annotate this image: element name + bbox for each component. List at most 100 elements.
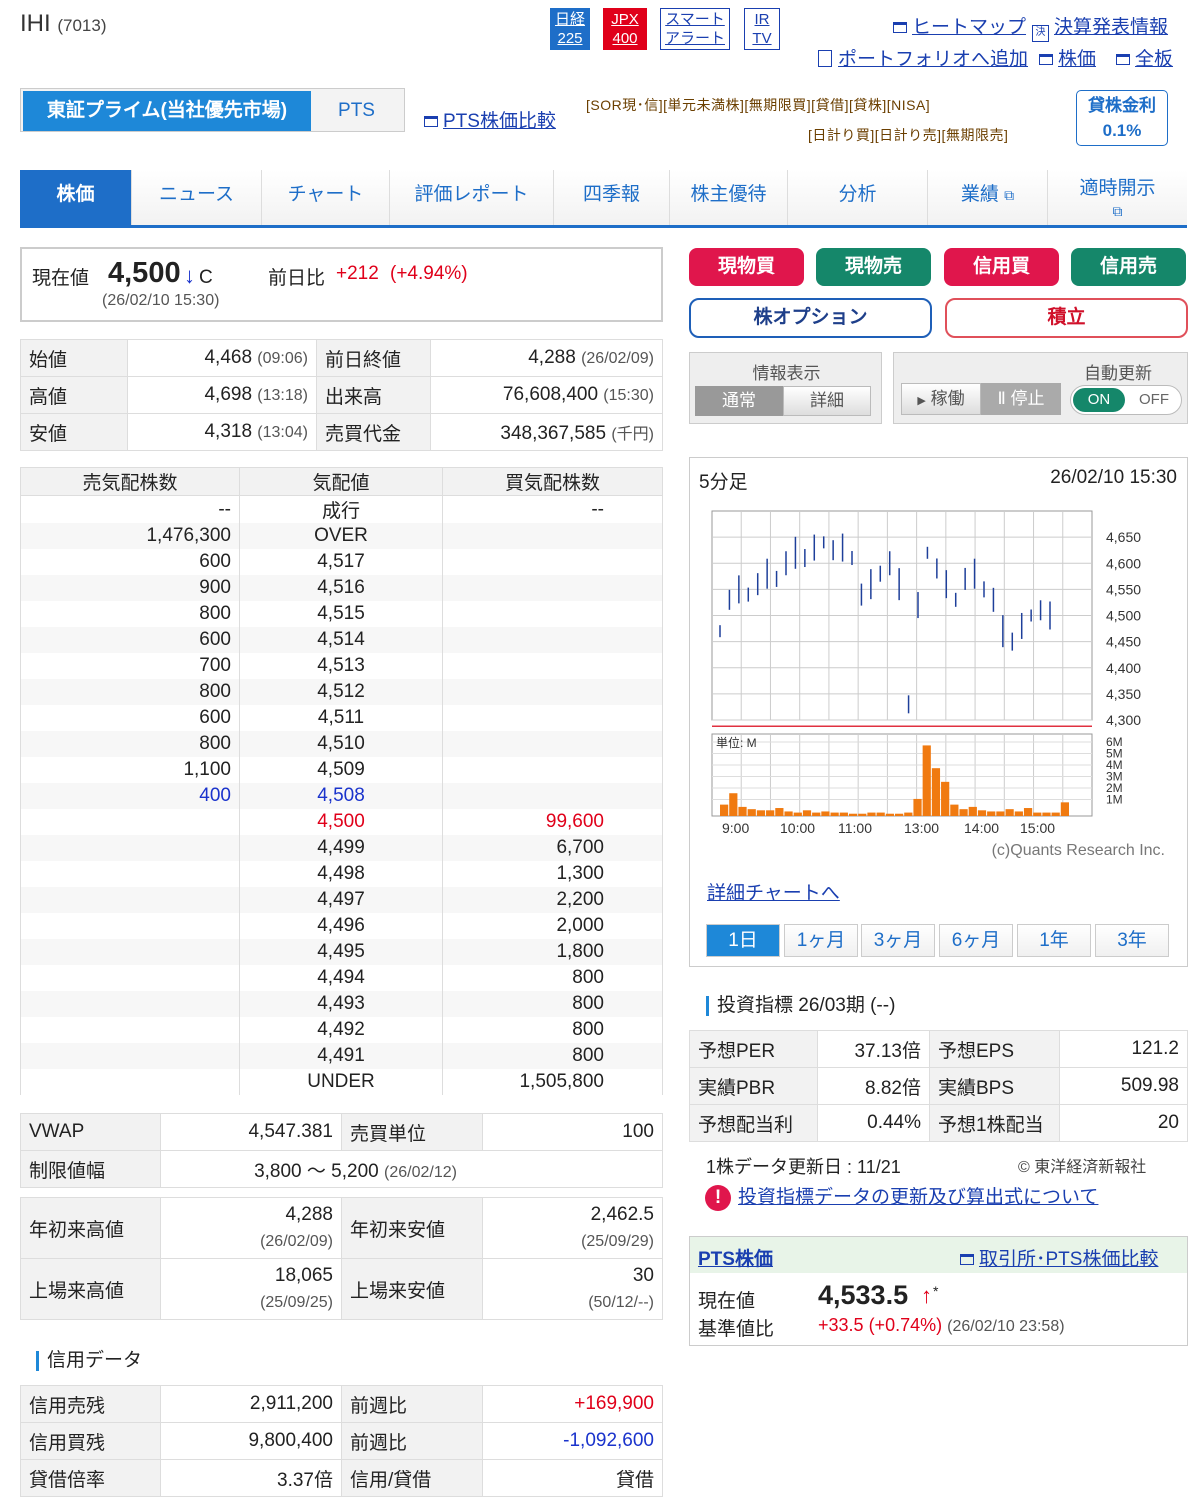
order-book-row: 600 4,511 (20, 705, 663, 731)
indicators-notice-link[interactable]: ! 投資指標データの更新及び算出式について (705, 1182, 1098, 1211)
volume-bar (1014, 811, 1023, 816)
period-6m[interactable]: 6ヶ月 (939, 924, 1013, 957)
window-icon (424, 116, 438, 127)
quote-price: 4,493 (239, 991, 443, 1017)
period-1d[interactable]: 1日 (706, 924, 780, 957)
earnings-link[interactable]: 決決算発表情報 (1032, 12, 1168, 42)
period-1m[interactable]: 1ヶ月 (784, 924, 858, 957)
quote-price: 4,512 (239, 679, 443, 705)
nikkei225-badge[interactable]: 日経 225 (550, 8, 590, 50)
tsumitate-button[interactable]: 積立 (945, 298, 1188, 338)
pts-panel: PTS株価 取引所･PTS株価比較 現在値 4,533.5 ↑ * 基準値比 +… (689, 1236, 1188, 1346)
order-book-row: 4,497 2,200 (20, 887, 663, 913)
cash-buy-button[interactable]: 現物買 (689, 248, 804, 286)
table-row: 安値 4,318 (13:04) 売買代金 348,367,585 (千円) (20, 413, 663, 451)
order-book: 売気配株数 気配値 買気配株数 -- 成行 -- 1,476,300 OVER 600 4,51… (20, 467, 663, 1095)
volume-bar (1042, 812, 1051, 816)
tab-report[interactable]: 評価レポート (390, 170, 554, 225)
jpx400-badge[interactable]: JPX 400 (603, 8, 647, 50)
time-tick-label: 10:00 (780, 820, 815, 836)
detail-chart-link[interactable]: 詳細チャートへ (707, 878, 840, 905)
auto-update-toggle[interactable]: ON OFF (1070, 385, 1182, 415)
tab-shikiho[interactable]: 四季報 (554, 170, 670, 225)
bid-qty (442, 757, 663, 783)
tab-tse-prime[interactable]: 東証プライム(当社優先市場) (23, 91, 311, 131)
calendar-icon: 決 (1032, 25, 1049, 42)
period-3y[interactable]: 3年 (1095, 924, 1169, 957)
period-3m[interactable]: 3ヶ月 (861, 924, 935, 957)
ask-qty: 900 (20, 575, 240, 601)
tab-news[interactable]: ニュース (132, 170, 262, 225)
stop-button[interactable]: Ⅱ 停止 (981, 383, 1061, 415)
bid-qty (442, 549, 663, 575)
heatmap-link[interactable]: ヒートマップ (893, 12, 1026, 39)
pts-compare-link[interactable]: PTS株価比較 (424, 106, 556, 133)
ask-qty (20, 809, 240, 835)
irtv-badge[interactable]: IR TV (744, 8, 780, 50)
detail-mode-button[interactable]: 詳細 (783, 386, 871, 416)
volume-bar (1033, 812, 1042, 816)
order-book-row: 400 4,508 (20, 783, 663, 809)
add-portfolio-link[interactable]: ポートフォリオへ追加 (818, 44, 1028, 71)
ask-qty: 800 (20, 731, 240, 757)
quote-price: 成行 (239, 495, 443, 523)
price-link[interactable]: 株価 (1039, 44, 1096, 71)
bid-qty (442, 731, 663, 757)
pts-compare-link-2[interactable]: 取引所･PTS株価比較 (960, 1244, 1158, 1271)
pts-price-label: 現在値 (698, 1291, 756, 1312)
display-mode-panel: 情報表示 通常 詳細 (689, 352, 882, 424)
bid-qty: 2,000 (442, 913, 663, 939)
toggle-on[interactable]: ON (1073, 388, 1125, 412)
volume-bar (747, 809, 756, 816)
ask-qty-header: 売気配株数 (20, 467, 240, 496)
quote-price: 4,500 (239, 809, 443, 835)
lending-rate-button[interactable]: 貸株金利 0.1% (1076, 90, 1168, 146)
tab-yutai[interactable]: 株主優待 (670, 170, 788, 225)
tab-pts[interactable]: PTS (311, 91, 402, 131)
margin-buy-button[interactable]: 信用買 (944, 248, 1059, 286)
bid-qty: -- (442, 495, 663, 523)
tab-disclosure[interactable]: 適時開示 ⧉ (1048, 170, 1187, 225)
quote-price: 4,515 (239, 601, 443, 627)
change-value: +212 (336, 263, 379, 284)
trade-tags-row2: [日計り買][日計り売][無期限売] (808, 127, 1009, 143)
quote-price: 4,492 (239, 1017, 443, 1043)
pts-title-link[interactable]: PTS株価 (698, 1244, 773, 1271)
tab-chart[interactable]: チャート (262, 170, 390, 225)
price-tick-label: 4,400 (1106, 660, 1141, 676)
price-tick-label: 4,500 (1106, 608, 1141, 624)
period-1y[interactable]: 1年 (1017, 924, 1091, 957)
tab-price[interactable]: 株価 (20, 170, 132, 225)
cash-sell-button[interactable]: 現物売 (816, 248, 931, 286)
full-board-link[interactable]: 全板 (1116, 44, 1173, 71)
main-nav: 株価 ニュース チャート 評価レポート 四季報 株主優待 分析 業績 ⧉ 適時開… (20, 170, 1187, 228)
alert-icon: ! (705, 1185, 731, 1211)
quote-price: UNDER (239, 1069, 443, 1095)
volume-bar (1051, 812, 1060, 816)
bid-qty: 800 (442, 991, 663, 1017)
table-row: VWAP 4,547.381 売買単位 100 (20, 1113, 663, 1151)
margin-sell-button[interactable]: 信用売 (1071, 248, 1186, 286)
order-book-row: 4,496 2,000 (20, 913, 663, 939)
tab-results[interactable]: 業績 ⧉ (928, 170, 1048, 225)
stock-option-button[interactable]: 株オプション (689, 298, 932, 338)
bid-qty: 6,700 (442, 835, 663, 861)
window-icon (1116, 54, 1130, 65)
volume-bar (950, 804, 959, 816)
order-book-row: 900 4,516 (20, 575, 663, 601)
toggle-off[interactable]: OFF (1129, 388, 1179, 412)
bid-qty (442, 601, 663, 627)
price-time: (26/02/10 15:30) (102, 292, 220, 309)
volume-bar (977, 810, 987, 816)
tab-analysis[interactable]: 分析 (788, 170, 928, 225)
play-icon: ▶ (917, 395, 926, 407)
price-chart: 4,650 4,600 4,550 4,500 4,450 4,400 4,350 4,300… (711, 510, 1165, 859)
volume-bar (839, 812, 848, 816)
run-button[interactable]: ▶ 稼働 (901, 383, 981, 415)
volume-bar (968, 806, 977, 816)
change-label: 前日比 (268, 268, 326, 289)
quote-price: 4,517 (239, 549, 443, 575)
smart-alert-badge[interactable]: スマート アラート (660, 8, 730, 50)
normal-mode-button[interactable]: 通常 (695, 386, 783, 416)
volume-bar (904, 812, 913, 816)
